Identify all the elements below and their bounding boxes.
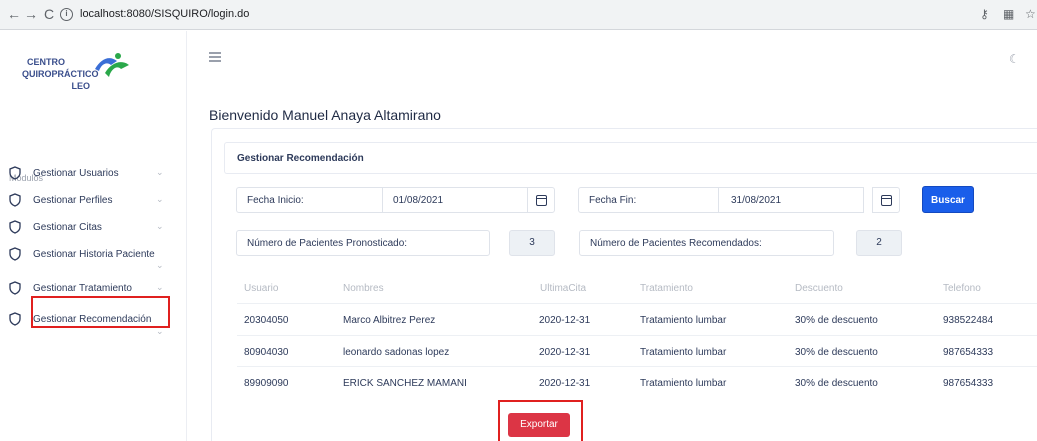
shield-icon bbox=[9, 220, 21, 234]
chevron-down-icon: ⌄ bbox=[156, 260, 164, 270]
card-header: Gestionar Recomendación bbox=[224, 142, 1037, 174]
cell-usuario: 20304050 bbox=[244, 315, 289, 326]
fecha-fin-input[interactable]: 31/08/2021 bbox=[718, 187, 864, 213]
sidebar-item-label: Gestionar Historia Paciente bbox=[33, 249, 155, 260]
buscar-button[interactable]: Buscar bbox=[922, 186, 974, 213]
cell-tratamiento: Tratamiento lumbar bbox=[640, 347, 727, 358]
table-row: 89909090 ERICK SANCHEZ MAMANI 2020-12-31… bbox=[237, 366, 1037, 395]
sidebar-item-usuarios[interactable]: Gestionar Usuarios ⌄ bbox=[8, 164, 178, 184]
table-row: 80904030 leonardo sadonas lopez 2020-12-… bbox=[237, 335, 1037, 364]
recomendados-label-box: Número de Pacientes Recomendados: bbox=[579, 230, 834, 256]
cell-descuento: 30% de descuento bbox=[795, 315, 878, 326]
cell-telefono: 987654333 bbox=[943, 347, 994, 358]
cell-nombres: Marco Albitrez Perez bbox=[343, 315, 436, 326]
sidebar-item-perfiles[interactable]: Gestionar Perfiles ⌄ bbox=[8, 191, 178, 211]
star-icon[interactable]: ☆ bbox=[1025, 7, 1036, 21]
logo-text: CENTRO QUIROPRÁCTICO LEO bbox=[22, 57, 99, 91]
pronosticado-value: 3 bbox=[509, 230, 555, 256]
cell-usuario: 89909090 bbox=[244, 378, 289, 389]
card-title: Gestionar Recomendación bbox=[237, 153, 364, 164]
page-title: Bienvenido Manuel Anaya Altamirano bbox=[209, 107, 441, 123]
column-header-usuario[interactable]: Usuario bbox=[244, 283, 278, 294]
column-header-descuento[interactable]: Descuento bbox=[795, 283, 843, 294]
column-header-tratamiento[interactable]: Tratamiento bbox=[640, 283, 693, 294]
fecha-inicio-calendar-button[interactable] bbox=[527, 187, 555, 213]
forward-arrow-icon[interactable]: → bbox=[23, 6, 39, 22]
reload-icon[interactable]: C bbox=[41, 6, 57, 22]
highlight-box bbox=[498, 400, 583, 441]
cell-tratamiento: Tratamiento lumbar bbox=[640, 315, 727, 326]
url-bar[interactable]: localhost:8080/SISQUIRO/login.do bbox=[80, 8, 249, 20]
logo-icon bbox=[95, 53, 129, 77]
sidebar: CENTRO QUIROPRÁCTICO LEO Módulos Gestion… bbox=[0, 31, 187, 441]
column-header-telefono[interactable]: Telefono bbox=[943, 283, 981, 294]
sidebar-item-label: Gestionar Tratamiento bbox=[33, 283, 132, 294]
column-header-ultimacita[interactable]: UltimaCita bbox=[540, 283, 586, 294]
cell-ultimacita: 2020-12-31 bbox=[539, 347, 591, 358]
sidebar-item-label: Gestionar Citas bbox=[33, 222, 102, 233]
sidebar-item-historia-paciente[interactable]: Gestionar Historia Paciente ⌄ bbox=[8, 245, 178, 270]
cell-usuario: 80904030 bbox=[244, 347, 289, 358]
key-icon[interactable]: ⚷ bbox=[980, 7, 989, 21]
cell-telefono: 938522484 bbox=[943, 315, 994, 326]
theme-toggle-icon[interactable]: ☾ bbox=[1009, 52, 1020, 66]
fecha-inicio-label-box: Fecha Inicio: bbox=[236, 187, 383, 213]
translate-icon[interactable]: ▦ bbox=[1003, 7, 1014, 21]
sidebar-item-citas[interactable]: Gestionar Citas ⌄ bbox=[8, 218, 178, 238]
cell-descuento: 30% de descuento bbox=[795, 378, 878, 389]
cell-ultimacita: 2020-12-31 bbox=[539, 378, 591, 389]
cell-ultimacita: 2020-12-31 bbox=[539, 315, 591, 326]
calendar-icon bbox=[881, 195, 892, 206]
fecha-fin-calendar-button[interactable] bbox=[872, 187, 900, 213]
shield-icon bbox=[9, 247, 21, 261]
shield-icon bbox=[9, 193, 21, 207]
cell-nombres: leonardo sadonas lopez bbox=[343, 347, 450, 358]
cell-telefono: 987654333 bbox=[943, 378, 994, 389]
cell-nombres: ERICK SANCHEZ MAMANI bbox=[343, 378, 467, 389]
fecha-fin-label-box: Fecha Fin: bbox=[578, 187, 719, 213]
chevron-down-icon: ⌄ bbox=[156, 282, 164, 292]
cell-tratamiento: Tratamiento lumbar bbox=[640, 378, 727, 389]
recomendados-value: 2 bbox=[856, 230, 902, 256]
chevron-down-icon: ⌄ bbox=[156, 167, 164, 177]
menu-toggle-icon[interactable] bbox=[209, 52, 221, 64]
shield-icon bbox=[9, 166, 21, 180]
back-arrow-icon[interactable]: ← bbox=[6, 6, 22, 22]
table-row: 20304050 Marco Albitrez Perez 2020-12-31… bbox=[237, 303, 1037, 332]
chevron-down-icon: ⌄ bbox=[156, 221, 164, 231]
column-header-nombres[interactable]: Nombres bbox=[343, 283, 384, 294]
pronosticado-label-box: Número de Pacientes Pronosticado: bbox=[236, 230, 490, 256]
site-info-icon[interactable]: i bbox=[60, 8, 73, 21]
shield-icon bbox=[9, 312, 21, 326]
cell-descuento: 30% de descuento bbox=[795, 347, 878, 358]
sidebar-item-label: Gestionar Perfiles bbox=[33, 195, 113, 206]
fecha-inicio-input[interactable]: 01/08/2021 bbox=[382, 187, 528, 213]
shield-icon bbox=[9, 281, 21, 295]
calendar-icon bbox=[536, 195, 547, 206]
chevron-down-icon: ⌄ bbox=[156, 194, 164, 204]
highlight-box bbox=[31, 296, 170, 328]
browser-toolbar: ← → C i localhost:8080/SISQUIRO/login.do… bbox=[0, 0, 1037, 30]
sidebar-item-label: Gestionar Usuarios bbox=[33, 168, 119, 179]
